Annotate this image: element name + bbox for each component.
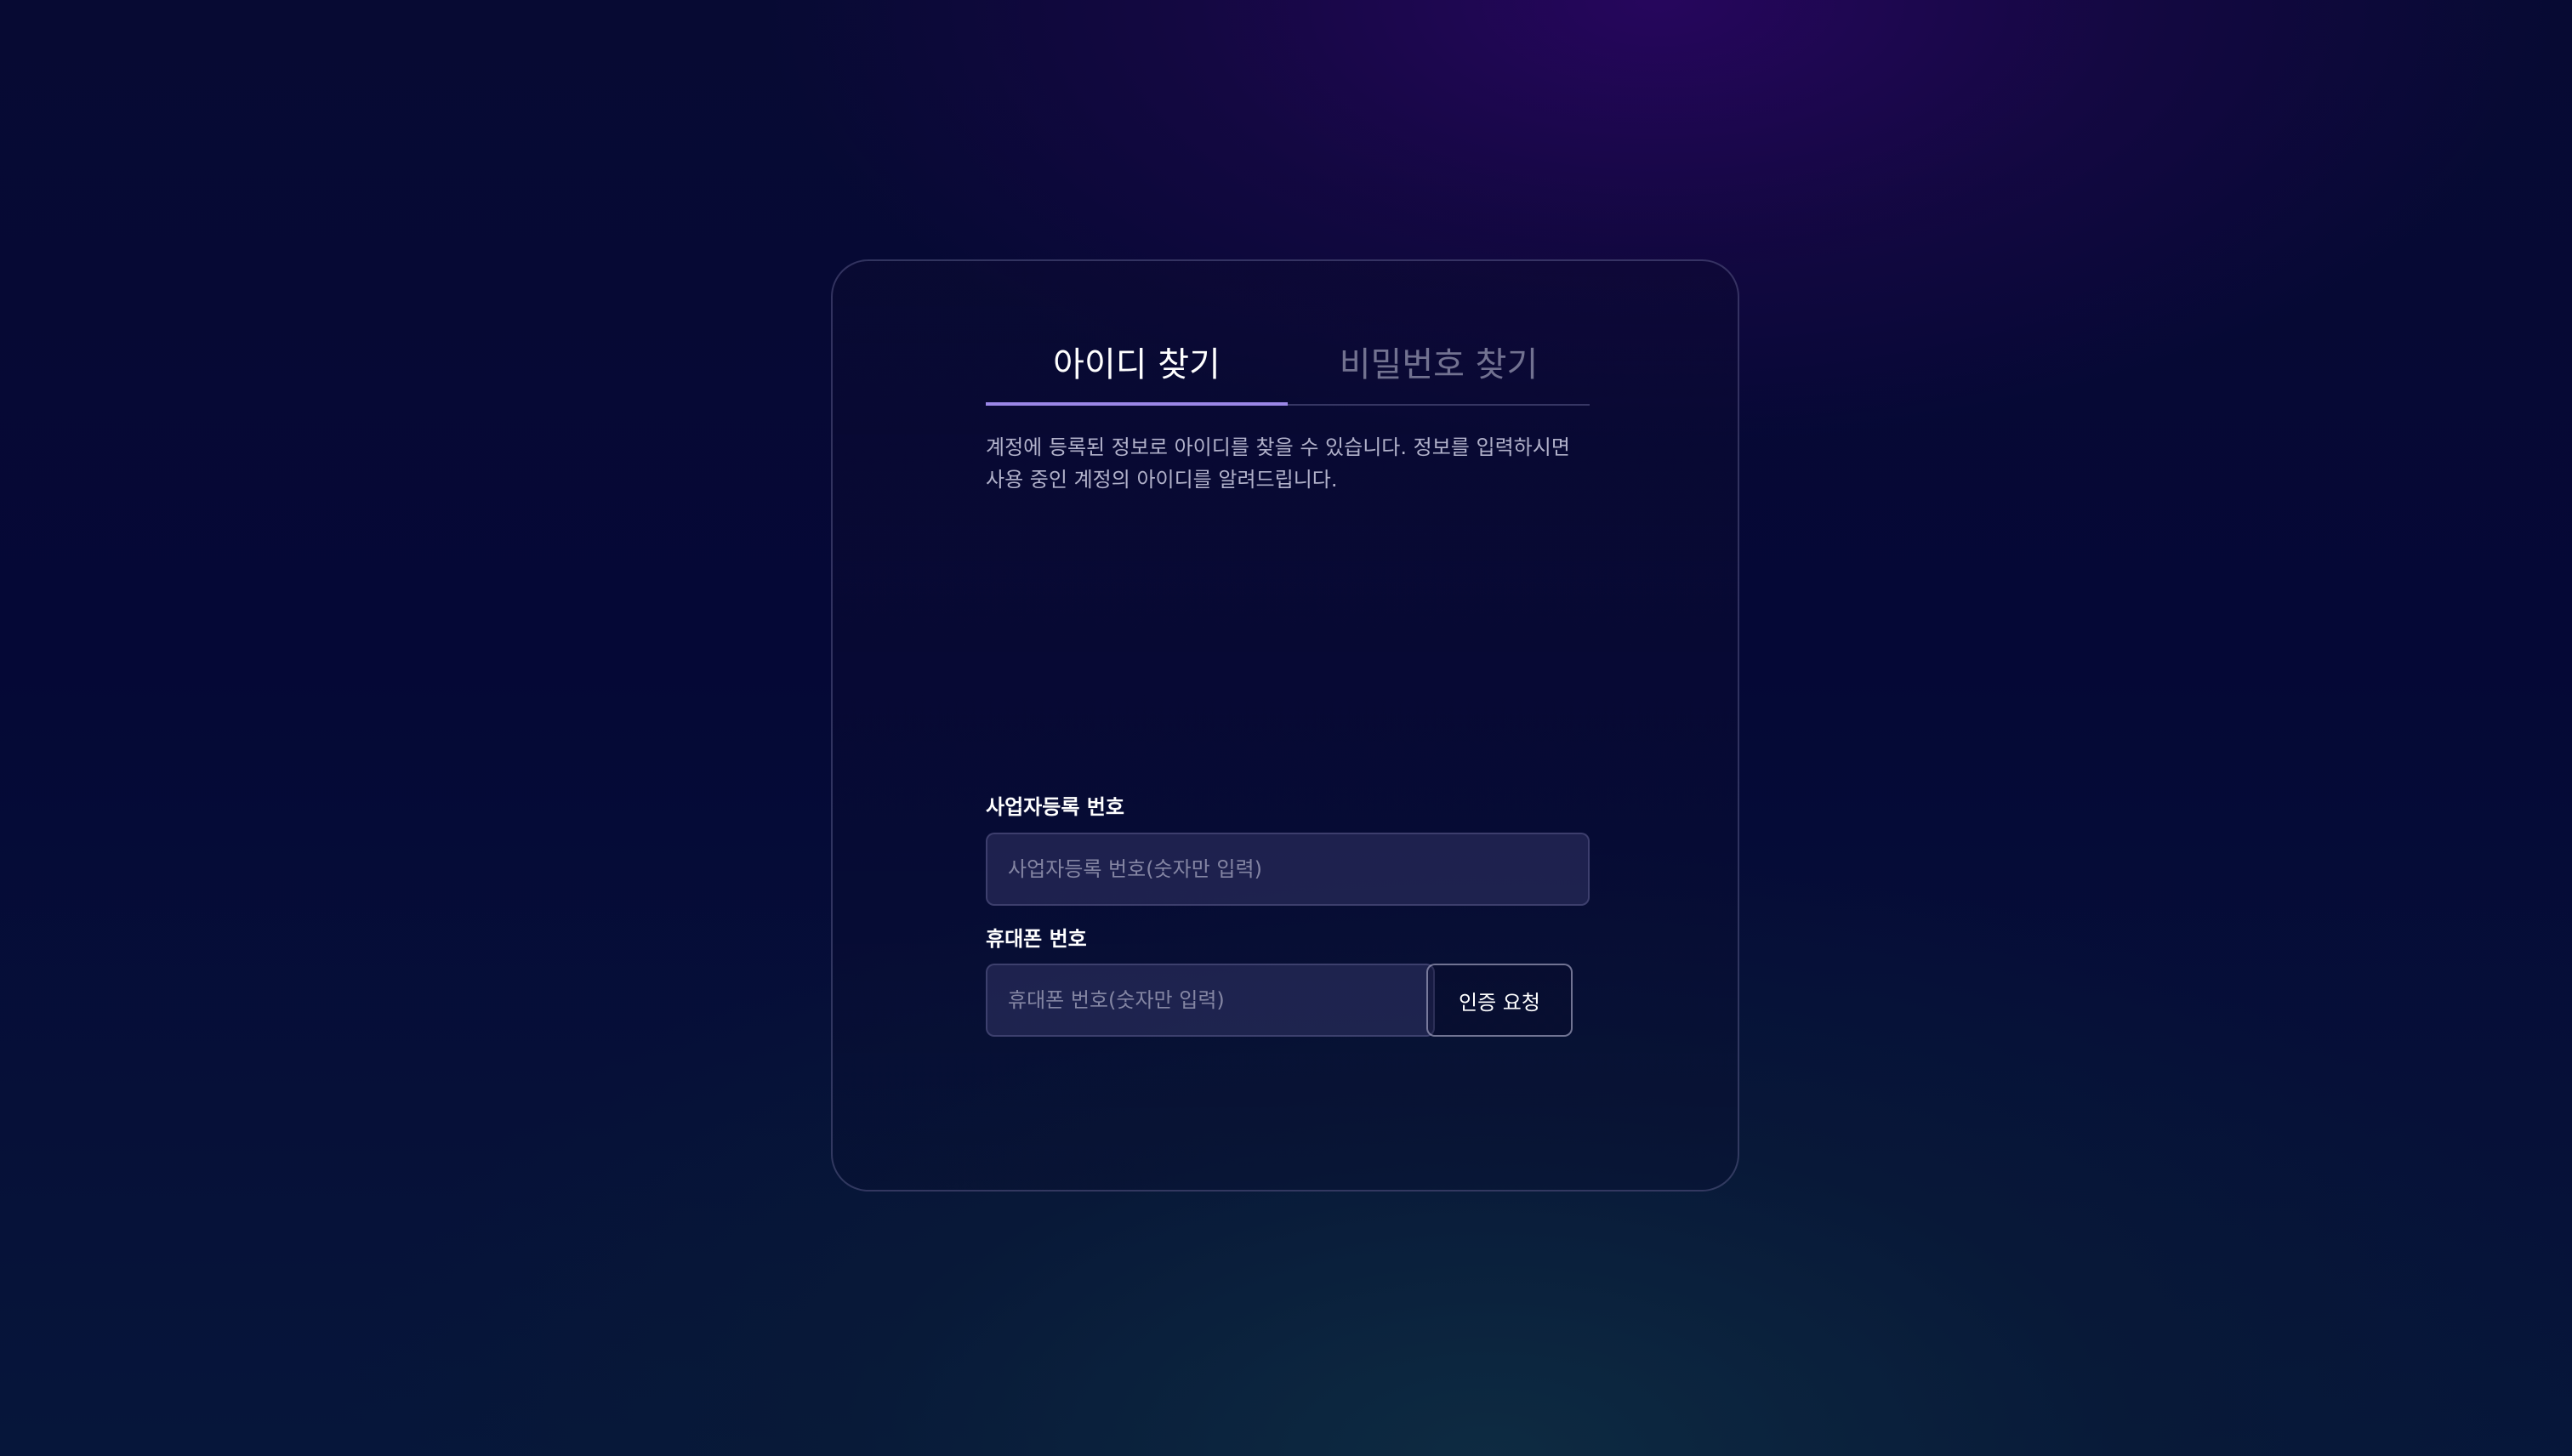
tab-find-id[interactable]: 아이디 찾기 [986,319,1288,406]
description-text: 계정에 등록된 정보로 아이디를 찾을 수 있습니다. 정보를 입력하시면 사용… [986,435,1570,492]
phone-number-label: 휴대폰 번호 [986,927,1087,951]
tab-find-password[interactable]: 비밀번호 찾기 [1288,319,1590,404]
tab-bar: 아이디 찾기 비밀번호 찾기 [986,319,1590,406]
find-account-card: 아이디 찾기 비밀번호 찾기 계정에 등록된 정보로 아이디를 찾을 수 있습니… [831,259,1739,1192]
request-verification-button[interactable]: 인증 요청 [1426,964,1573,1037]
phone-number-input[interactable] [986,964,1435,1037]
business-number-label: 사업자등록 번호 [986,795,1124,819]
business-number-input[interactable] [986,833,1590,906]
